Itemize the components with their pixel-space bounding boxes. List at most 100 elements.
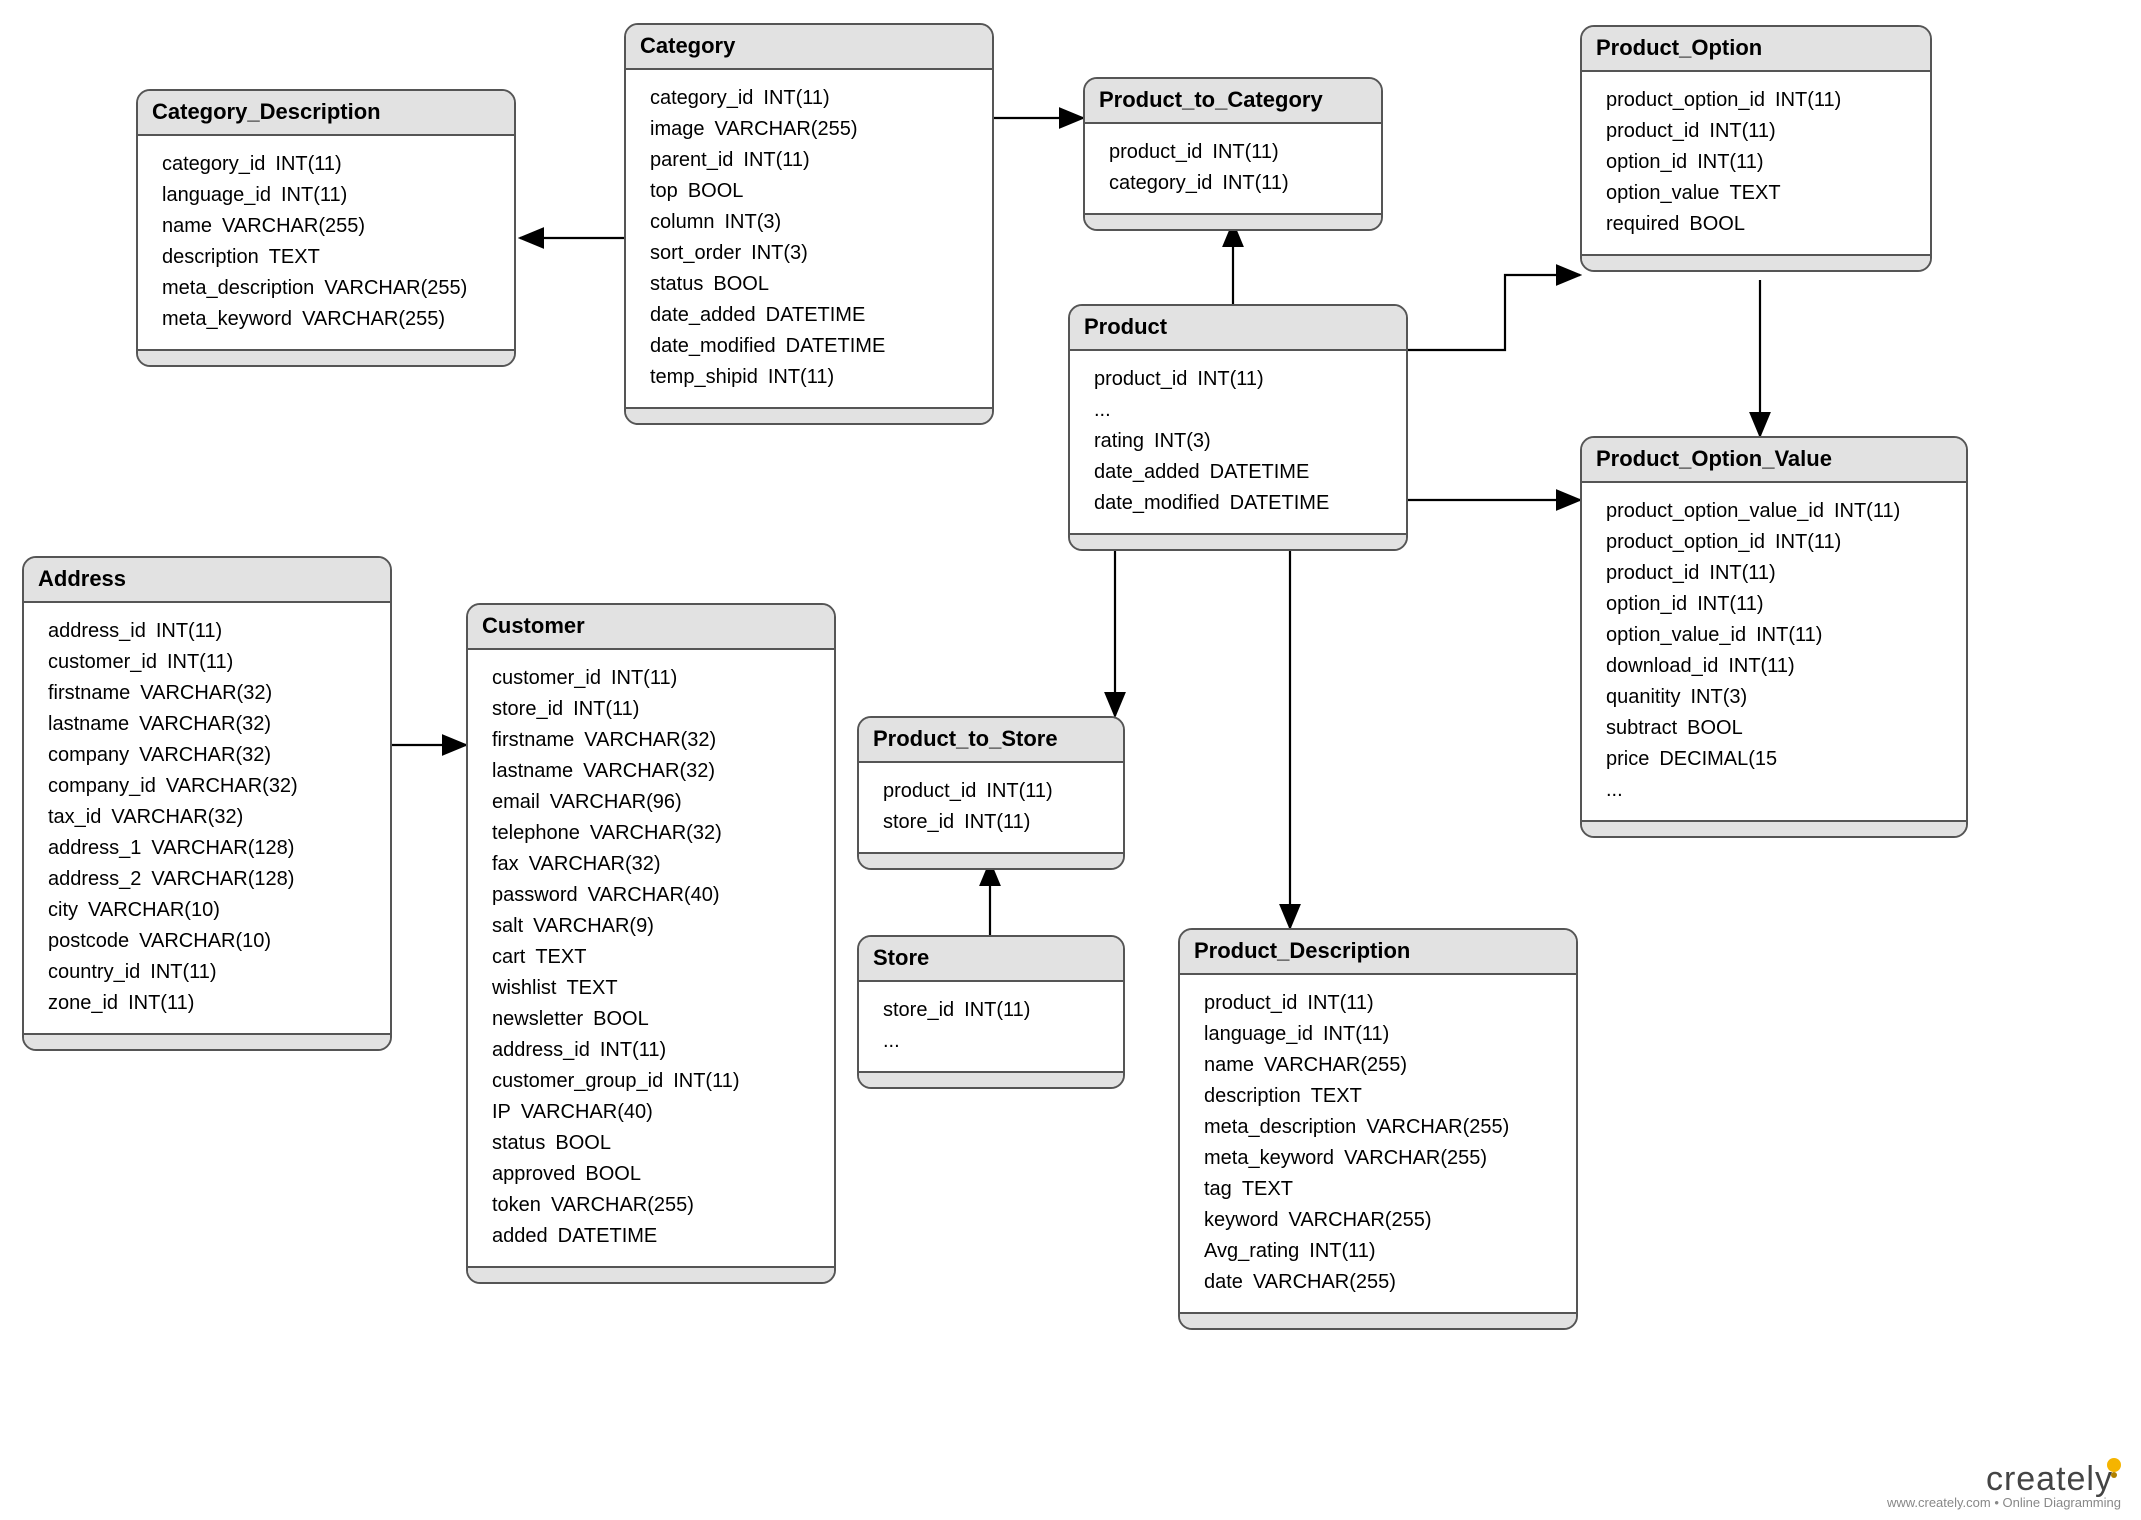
field-type: DECIMAL(15 xyxy=(1659,744,1777,775)
field-type: INT(11) xyxy=(167,647,233,678)
table-product_to_store[interactable]: Product_to_Storeproduct_idINT(11)store_i… xyxy=(857,716,1125,870)
table-title: Product_Option xyxy=(1582,27,1930,72)
table-field: imageVARCHAR(255) xyxy=(650,114,974,145)
table-field: zone_idINT(11) xyxy=(48,988,372,1019)
field-name: product_option_value_id xyxy=(1606,496,1824,527)
field-type: BOOL xyxy=(593,1004,649,1035)
table-product[interactable]: Productproduct_idINT(11)...ratingINT(3)d… xyxy=(1068,304,1408,551)
field-type: INT(3) xyxy=(724,207,781,238)
field-type: BOOL xyxy=(1689,209,1745,240)
field-type: VARCHAR(32) xyxy=(590,818,722,849)
field-type: INT(11) xyxy=(611,663,677,694)
field-name: date xyxy=(1204,1267,1243,1298)
table-field: lastnameVARCHAR(32) xyxy=(48,709,372,740)
table-field: cartTEXT xyxy=(492,942,816,973)
table-footer xyxy=(24,1035,390,1049)
table-body: product_idINT(11)store_idINT(11) xyxy=(859,763,1123,854)
table-field: product_idINT(11) xyxy=(1109,137,1363,168)
brand-tagline: www.creately.com • Online Diagramming xyxy=(1887,1495,2121,1510)
field-name: name xyxy=(162,211,212,242)
table-field: meta_descriptionVARCHAR(255) xyxy=(1204,1112,1558,1143)
field-name: lastname xyxy=(492,756,573,787)
table-store[interactable]: Storestore_idINT(11)... xyxy=(857,935,1125,1089)
table-field: temp_shipidINT(11) xyxy=(650,362,974,393)
field-name: meta_description xyxy=(162,273,314,304)
table-field: columnINT(3) xyxy=(650,207,974,238)
table-footer xyxy=(1582,256,1930,270)
table-title: Category_Description xyxy=(138,91,514,136)
table-field: passwordVARCHAR(40) xyxy=(492,880,816,911)
field-name: product_id xyxy=(1606,116,1699,147)
table-title: Customer xyxy=(468,605,834,650)
table-field: meta_descriptionVARCHAR(255) xyxy=(162,273,496,304)
field-type: INT(11) xyxy=(1307,988,1373,1019)
table-field: address_2VARCHAR(128) xyxy=(48,864,372,895)
table-field: keyword VARCHAR(255) xyxy=(1204,1205,1558,1236)
field-name: category_id xyxy=(1109,168,1212,199)
table-field: topBOOL xyxy=(650,176,974,207)
table-field: Avg_ratingINT(11) xyxy=(1204,1236,1558,1267)
field-type: VARCHAR(32) xyxy=(139,740,271,771)
field-name: parent_id xyxy=(650,145,733,176)
field-type: VARCHAR(32) xyxy=(529,849,661,880)
field-name: meta_keyword xyxy=(1204,1143,1334,1174)
table-field: date_addedDATETIME xyxy=(650,300,974,331)
field-name: rating xyxy=(1094,426,1144,457)
field-type: VARCHAR(255) xyxy=(1344,1143,1487,1174)
table-field: option_idINT(11) xyxy=(1606,589,1948,620)
table-field: customer_group_idINT(11) xyxy=(492,1066,816,1097)
table-field: download_idINT(11) xyxy=(1606,651,1948,682)
table-field: approvedBOOL xyxy=(492,1159,816,1190)
table-category[interactable]: Categorycategory_idINT(11)imageVARCHAR(2… xyxy=(624,23,994,425)
diagram-canvas: Category_Descriptioncategory_idINT(11)la… xyxy=(0,0,2141,1520)
table-field: date VARCHAR(255) xyxy=(1204,1267,1558,1298)
table-field: address_idINT(11) xyxy=(48,616,372,647)
field-type: INT(11) xyxy=(1323,1019,1389,1050)
field-type: INT(11) xyxy=(1775,527,1841,558)
field-name: description xyxy=(162,242,259,273)
table-title: Product_Description xyxy=(1180,930,1576,975)
table-footer xyxy=(1070,535,1406,549)
field-type: BOOL xyxy=(555,1128,611,1159)
table-field: product_option_value_id INT(11) xyxy=(1606,496,1948,527)
field-name: keyword xyxy=(1204,1205,1278,1236)
field-type: VARCHAR(255) xyxy=(1253,1267,1396,1298)
field-type: INT(11) xyxy=(1834,496,1900,527)
table-field: firstnameVARCHAR(32) xyxy=(48,678,372,709)
field-type: VARCHAR(255) xyxy=(222,211,365,242)
field-name: token xyxy=(492,1190,541,1221)
table-product_option[interactable]: Product_Optionproduct_option_idINT(11)pr… xyxy=(1580,25,1932,272)
field-name: product_id xyxy=(883,776,976,807)
table-title: Product xyxy=(1070,306,1406,351)
field-type: VARCHAR(9) xyxy=(533,911,654,942)
field-name: fax xyxy=(492,849,519,880)
table-category_description[interactable]: Category_Descriptioncategory_idINT(11)la… xyxy=(136,89,516,367)
field-type: VARCHAR(128) xyxy=(151,864,294,895)
table-title: Product_to_Category xyxy=(1085,79,1381,124)
table-field: ... xyxy=(1606,775,1948,806)
table-address[interactable]: Addressaddress_idINT(11)customer_idINT(1… xyxy=(22,556,392,1051)
table-field: IPVARCHAR(40) xyxy=(492,1097,816,1128)
table-footer xyxy=(468,1268,834,1282)
field-name: zone_id xyxy=(48,988,118,1019)
field-type: VARCHAR(255) xyxy=(302,304,445,335)
field-type: INT(11) xyxy=(986,776,1052,807)
table-body: product_idINT(11)...ratingINT(3)date_add… xyxy=(1070,351,1406,535)
field-type: INT(11) xyxy=(573,694,639,725)
field-type: VARCHAR(255) xyxy=(1288,1205,1431,1236)
table-field: language_idINT(11) xyxy=(162,180,496,211)
table-field: firstnameVARCHAR(32) xyxy=(492,725,816,756)
field-type: VARCHAR(32) xyxy=(140,678,272,709)
table-customer[interactable]: Customercustomer_idINT(11)store_idINT(11… xyxy=(466,603,836,1284)
table-product_to_category[interactable]: Product_to_Category product_idINT(11)cate… xyxy=(1083,77,1383,231)
table-footer xyxy=(1085,215,1381,229)
table-product_option_value[interactable]: Product_Option_Valueproduct_option_value… xyxy=(1580,436,1968,838)
field-name: added xyxy=(492,1221,548,1252)
table-body: product_option_value_idINT(11)product_op… xyxy=(1582,483,1966,822)
field-name: quanitity xyxy=(1606,682,1681,713)
field-type: INT(11) xyxy=(1697,147,1763,178)
table-product_description[interactable]: Product_Descriptionproduct_idINT(11)lang… xyxy=(1178,928,1578,1330)
field-name: language_id xyxy=(162,180,271,211)
field-name: option_value_id xyxy=(1606,620,1746,651)
table-field: tax_idVARCHAR(32) xyxy=(48,802,372,833)
